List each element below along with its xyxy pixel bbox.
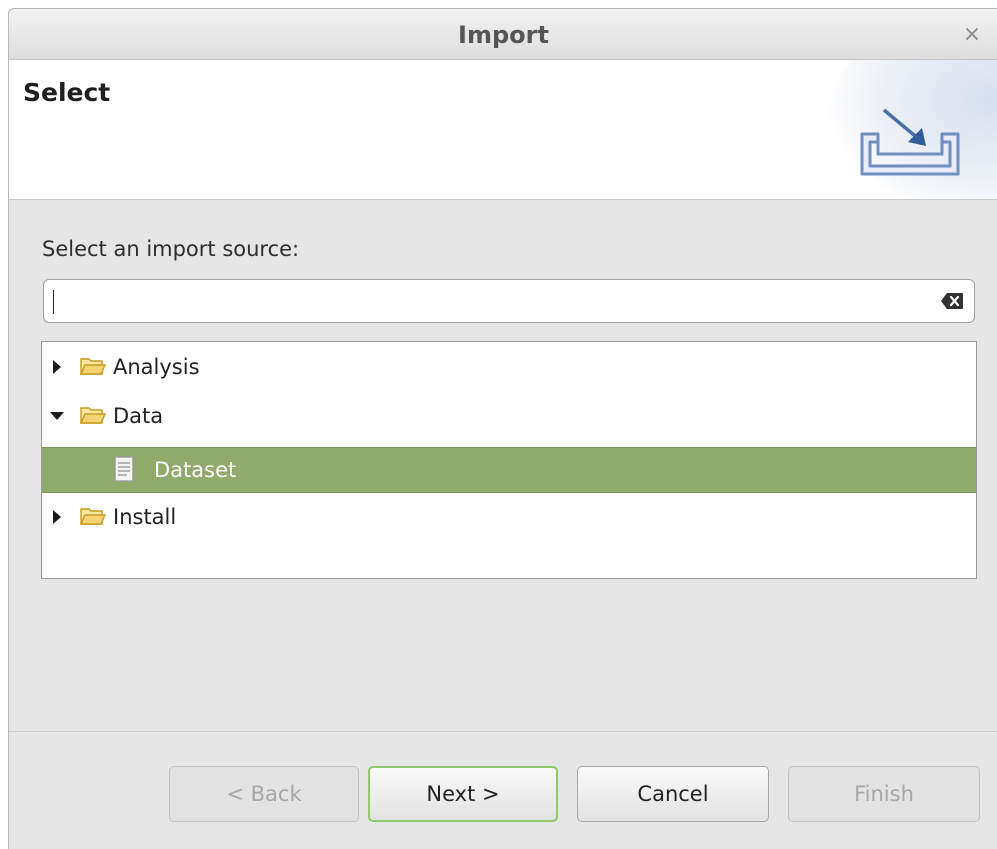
- folder-icon: [80, 508, 106, 525]
- expand-arrow-icon[interactable]: [52, 510, 62, 524]
- wizard-banner: Select: [9, 60, 997, 200]
- tree-item-analysis[interactable]: Analysis: [42, 344, 976, 390]
- collapse-arrow-icon[interactable]: [50, 411, 64, 421]
- tree-item-dataset[interactable]: Dataset: [42, 447, 976, 493]
- tree-item-data[interactable]: Data: [42, 393, 976, 439]
- import-source-label: Select an import source:: [42, 237, 300, 261]
- title-bar[interactable]: Import ×: [9, 9, 997, 60]
- text-caret: [53, 290, 54, 314]
- tree-item-install[interactable]: Install: [42, 494, 976, 540]
- folder-icon: [80, 358, 106, 375]
- close-button[interactable]: ×: [958, 21, 986, 49]
- filter-field[interactable]: [43, 279, 975, 323]
- tree-item-label: Install: [113, 505, 177, 529]
- import-icon: [860, 108, 960, 176]
- cancel-button[interactable]: Cancel: [577, 766, 769, 822]
- window-title: Import: [458, 21, 549, 49]
- folder-icon: [80, 407, 106, 424]
- next-button[interactable]: Next >: [368, 766, 558, 822]
- back-button[interactable]: < Back: [169, 766, 359, 822]
- finish-button[interactable]: Finish: [788, 766, 980, 822]
- page-title: Select: [23, 78, 111, 107]
- file-icon: [114, 456, 134, 482]
- tree-item-label: Analysis: [113, 355, 200, 379]
- import-dialog: Import × Select Select an import source:: [8, 8, 997, 849]
- import-source-tree[interactable]: Analysis Data Dataset Install: [41, 341, 977, 579]
- clear-filter-icon[interactable]: [940, 292, 964, 310]
- expand-arrow-icon[interactable]: [52, 360, 62, 374]
- tree-item-label: Dataset: [154, 458, 237, 482]
- button-bar-divider: [9, 731, 997, 732]
- filter-input[interactable]: [52, 284, 912, 318]
- tree-item-label: Data: [113, 404, 164, 428]
